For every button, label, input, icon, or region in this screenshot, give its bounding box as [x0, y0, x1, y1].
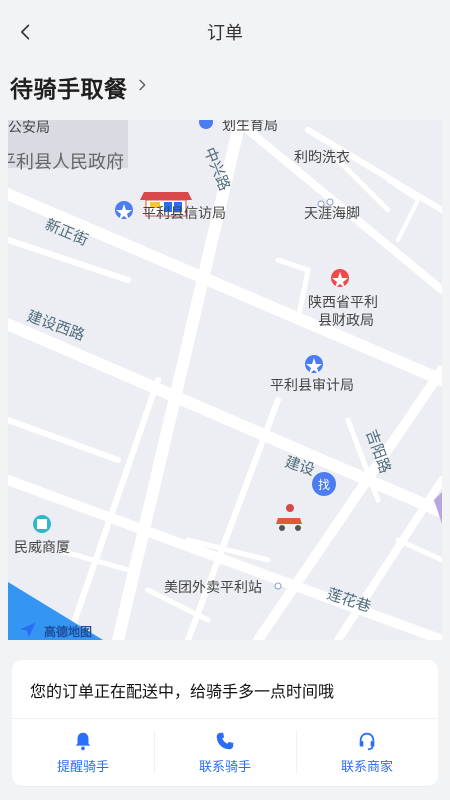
label-minwei: 民威商厦	[14, 540, 70, 556]
chevron-right-icon	[134, 77, 150, 97]
map-view[interactable]: 找 公安局 平利县人民政府 划生育局 平利县信访局 新正街 中兴路 利昀洗衣 天…	[8, 120, 442, 640]
page-title: 订单	[207, 23, 243, 44]
contact-merchant-label: 联系商家	[340, 759, 393, 775]
amap-logo: 高德地图	[10, 584, 128, 646]
amap-logo-text: 高德地图	[44, 625, 93, 639]
contact-rider-button[interactable]: 联系骑手	[154, 718, 296, 786]
label-tiyu: 划生育局	[222, 120, 278, 134]
label-gongan: 公安局	[8, 120, 50, 136]
card-actions: 提醒骑手 联系骑手 联系商家	[12, 718, 438, 786]
label-liyun: 利昀洗衣	[294, 150, 350, 166]
contact-merchant-button[interactable]: 联系商家	[296, 718, 438, 786]
remind-rider-label: 提醒骑手	[56, 759, 109, 775]
chevron-left-icon	[21, 24, 30, 40]
phone-icon	[214, 730, 236, 752]
status-text: 待骑手取餐	[10, 77, 128, 103]
top-bar: 订单	[0, 0, 450, 64]
label-caizheng-line1: 陕西省平利	[308, 295, 378, 311]
headset-icon	[356, 730, 378, 752]
order-status[interactable]: 待骑手取餐	[10, 70, 150, 104]
delivery-message: 您的订单正在配送中，给骑手多一点时间哦	[30, 682, 335, 701]
contact-rider-label: 联系骑手	[198, 759, 251, 775]
label-caizheng-line2: 县财政局	[318, 313, 374, 329]
bell-icon	[72, 730, 94, 752]
label-meituan: 美团外卖平利站	[164, 580, 262, 596]
find-badge[interactable]: 找	[312, 472, 336, 496]
poi-minwei-marker[interactable]	[33, 515, 51, 533]
remind-rider-button[interactable]: 提醒骑手	[12, 718, 154, 786]
back-button[interactable]	[12, 18, 40, 46]
label-tianya: 天涯海脚	[304, 206, 360, 222]
delivery-card: 您的订单正在配送中，给骑手多一点时间哦 提醒骑手 联系骑手 联系商家	[12, 660, 438, 786]
find-badge-label: 找	[318, 478, 330, 492]
label-shenji: 平利县审计局	[270, 378, 354, 394]
navigation-arrow-icon	[20, 622, 36, 638]
label-xinfang: 平利县信访局	[142, 206, 226, 222]
label-government: 平利县人民政府	[8, 152, 124, 173]
map-canvas[interactable]: 找 公安局 平利县人民政府 划生育局 平利县信访局 新正街 中兴路 利昀洗衣 天…	[8, 120, 442, 640]
